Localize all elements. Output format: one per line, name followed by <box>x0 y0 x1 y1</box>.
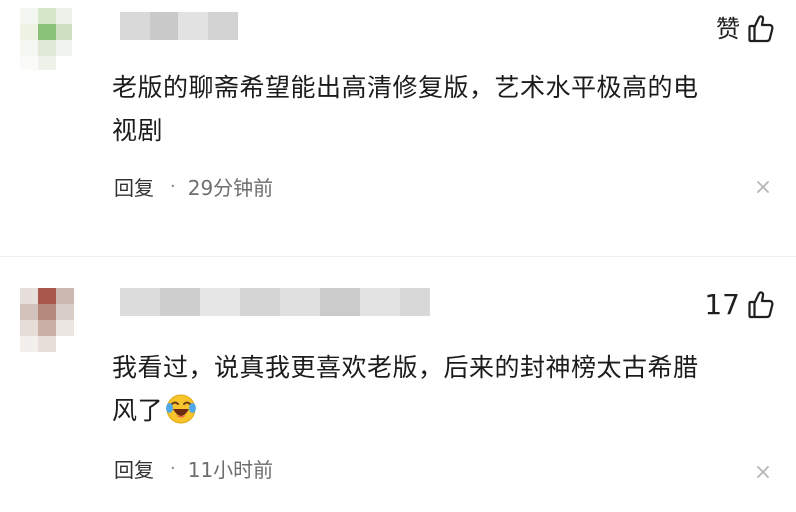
comment-text: 老版的聊斋希望能出高清修复版，艺术水平极高的电 视剧 <box>112 66 772 152</box>
close-icon[interactable] <box>756 180 770 194</box>
close-icon[interactable] <box>756 465 770 479</box>
comment-text-line: 视剧 <box>112 116 164 145</box>
reply-button[interactable]: 回复 <box>114 454 154 483</box>
username[interactable] <box>120 288 430 316</box>
meta-separator: · <box>170 176 176 197</box>
avatar[interactable] <box>20 288 76 352</box>
comment-text-line: 老版的聊斋希望能出高清修复版，艺术水平极高的电 <box>112 73 699 102</box>
comment-text: 我看过，说真我更喜欢老版，后来的封神榜太古希腊 风了 <box>112 346 772 438</box>
meta-separator: · <box>170 458 176 479</box>
comment-meta: 回复 · 29分钟前 <box>114 172 273 201</box>
timestamp: 29分钟前 <box>187 176 274 200</box>
like-label: 赞 <box>716 15 740 43</box>
thumbs-up-icon <box>748 290 774 320</box>
thumbs-up-icon <box>748 14 774 44</box>
like-button[interactable]: 赞 <box>716 14 774 44</box>
comment-meta: 回复 · 11小时前 <box>114 454 273 483</box>
comment-text-line: 我看过，说真我更喜欢老版，后来的封神榜太古希腊 <box>112 353 699 382</box>
like-count: 17 <box>704 288 740 321</box>
timestamp: 11小时前 <box>187 458 274 482</box>
reply-button[interactable]: 回复 <box>114 172 154 201</box>
comment-text-line: 风了 <box>112 389 772 438</box>
comment-text-fragment: 风了 <box>112 396 164 425</box>
username[interactable] <box>120 12 238 40</box>
like-button[interactable]: 17 <box>704 290 774 320</box>
laughing-crying-emoji-icon <box>165 393 197 438</box>
avatar[interactable] <box>20 8 72 70</box>
comment-card: 17 我看过，说真我更喜欢老版，后来的封神榜太古希腊 风了 回复 · 11小时前 <box>0 262 796 512</box>
comment-card: 赞 老版的聊斋希望能出高清修复版，艺术水平极高的电 视剧 回复 · 29分钟前 <box>0 0 796 256</box>
divider <box>0 256 796 257</box>
